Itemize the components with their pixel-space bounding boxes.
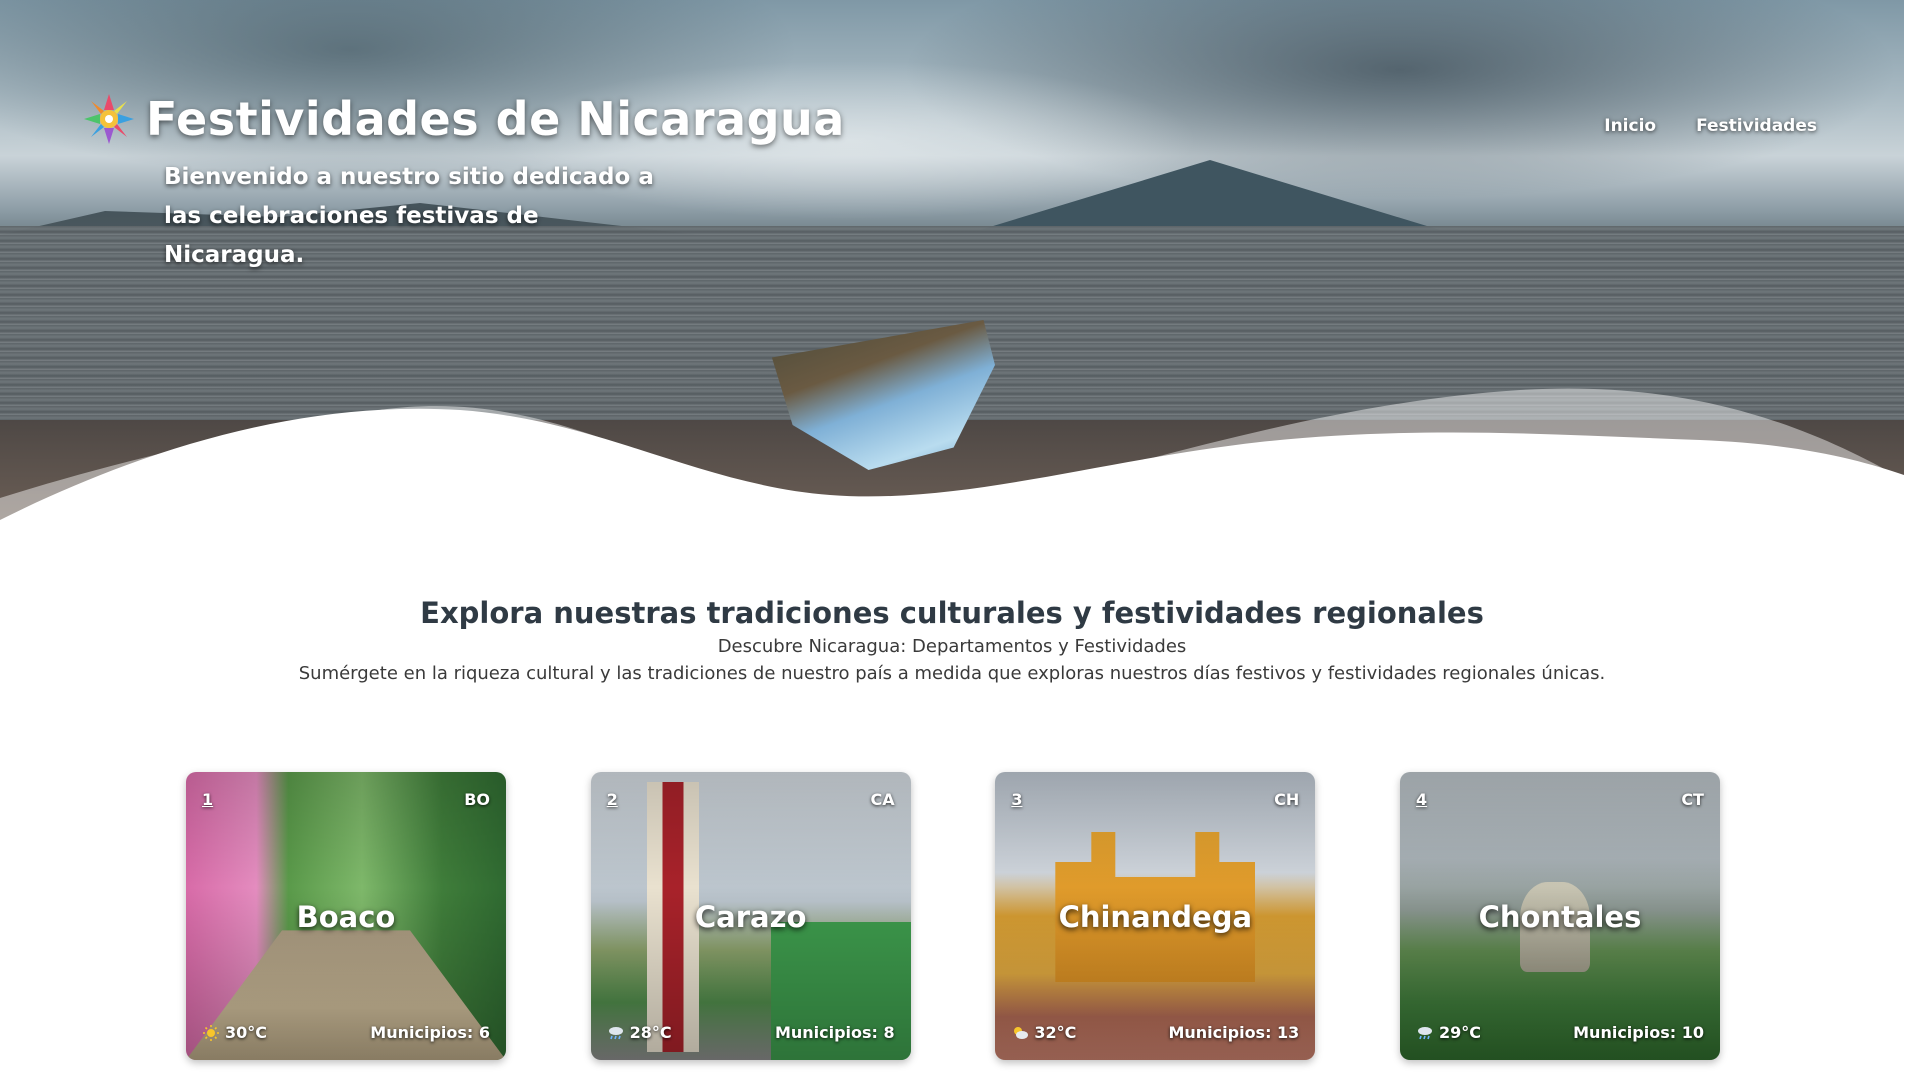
- brand[interactable]: Festividades de Nicaragua: [82, 92, 845, 146]
- temperature-value: 28°C: [629, 1023, 672, 1042]
- temperature-value: 29°C: [1438, 1023, 1481, 1042]
- sun-icon: [202, 1024, 220, 1041]
- hero-tagline: Bienvenido a nuestro sitio dedicado a la…: [164, 164, 654, 268]
- card-number[interactable]: 1: [202, 790, 213, 809]
- hero-volcano: [980, 160, 1440, 230]
- department-card-carazo[interactable]: 2 CA Carazo 28°C Municipios: 8: [590, 772, 911, 1060]
- intro-subheading: Descubre Nicaragua: Departamentos y Fest…: [717, 636, 1187, 657]
- card-temperature: 30°C: [202, 1023, 267, 1042]
- card-title: Boaco: [296, 900, 396, 934]
- temperature-value: 30°C: [225, 1023, 268, 1042]
- main-nav: Inicio Festividades: [1604, 116, 1817, 136]
- department-card-chontales[interactable]: 4 CT Chontales 29°C Municipios: 10: [1399, 772, 1720, 1060]
- card-code: CH: [1274, 790, 1300, 809]
- intro-section: Explora nuestras tradiciones culturales …: [0, 596, 1904, 684]
- card-code: BO: [464, 790, 490, 809]
- card-title: Chinandega: [1058, 900, 1253, 934]
- card-title: Carazo: [694, 900, 807, 934]
- temperature-value: 32°C: [1034, 1023, 1077, 1042]
- card-number[interactable]: 3: [1011, 790, 1022, 809]
- department-cards: 1 BO Boaco 30°C Municipios: 6 2 CA Caraz…: [186, 772, 1720, 1060]
- partly-cloudy-icon: [1011, 1025, 1029, 1041]
- hero-wave-divider: [0, 388, 1904, 520]
- card-number[interactable]: 4: [1416, 790, 1427, 809]
- card-temperature: 29°C: [1416, 1023, 1481, 1042]
- municipios-count: Municipios: 10: [1573, 1023, 1704, 1042]
- card-code: CT: [1681, 790, 1704, 809]
- municipios-count: Municipios: 8: [774, 1023, 895, 1042]
- card-number[interactable]: 2: [607, 790, 618, 809]
- department-card-chinandega[interactable]: 3 CH Chinandega 32°C Municipios: 13: [995, 772, 1316, 1060]
- nav-link-inicio[interactable]: Inicio: [1604, 116, 1656, 136]
- card-title: Chontales: [1478, 900, 1642, 934]
- intro-description: Sumérgete en la riqueza cultural y las t…: [298, 663, 1606, 684]
- municipios-count: Municipios: 6: [370, 1023, 490, 1042]
- card-code: CA: [870, 790, 895, 809]
- hero-banner: Festividades de Nicaragua Bienvenido a n…: [0, 0, 1904, 520]
- rain-cloud-icon: [607, 1025, 625, 1041]
- department-card-boaco[interactable]: 1 BO Boaco 30°C Municipios: 6: [186, 772, 506, 1060]
- nav-link-festividades[interactable]: Festividades: [1696, 116, 1817, 136]
- intro-heading: Explora nuestras tradiciones culturales …: [420, 596, 1484, 630]
- page: Festividades de Nicaragua Bienvenido a n…: [0, 0, 1920, 1080]
- municipios-count: Municipios: 13: [1168, 1023, 1300, 1042]
- card-temperature: 32°C: [1011, 1023, 1076, 1042]
- site-title[interactable]: Festividades de Nicaragua: [146, 92, 845, 146]
- card-temperature: 28°C: [607, 1023, 672, 1042]
- festival-logo-icon: [82, 92, 136, 146]
- rain-cloud-icon: [1416, 1025, 1434, 1041]
